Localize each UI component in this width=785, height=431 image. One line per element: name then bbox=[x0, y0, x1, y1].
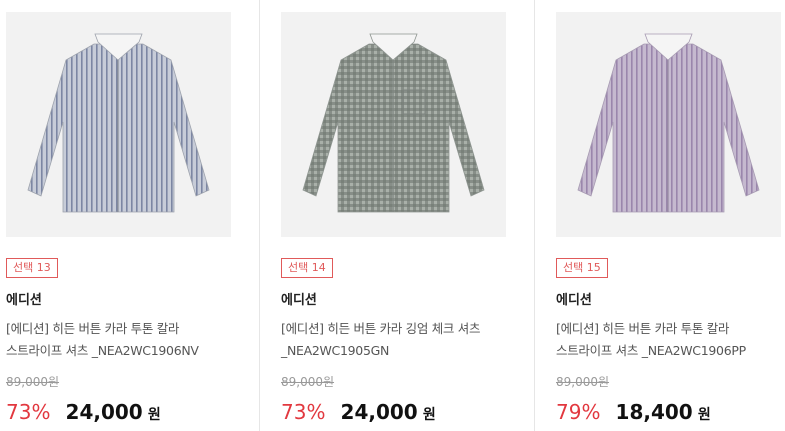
original-price: 89,000원 bbox=[556, 375, 610, 389]
discount-rate: 79% bbox=[556, 400, 601, 424]
discount-rate: 73% bbox=[6, 400, 51, 424]
product-image[interactable] bbox=[6, 12, 231, 237]
shirt-illustration bbox=[27, 33, 210, 213]
discount-rate: 73% bbox=[281, 400, 326, 424]
product-image[interactable] bbox=[281, 12, 506, 237]
product-card[interactable]: 선택 15 에디션 [에디션] 히든 버튼 카라 투톤 칼라 스트라이프 셔츠 … bbox=[556, 0, 785, 431]
product-name[interactable]: [에디션] 히든 버튼 카라 깅엄 체크 셔츠 _NEA2WC1905GN bbox=[281, 318, 503, 362]
column-divider bbox=[534, 0, 535, 431]
brand-name[interactable]: 에디션 bbox=[6, 289, 42, 308]
product-name[interactable]: [에디션] 히든 버튼 카라 투톤 칼라 스트라이프 셔츠 _NEA2WC190… bbox=[6, 318, 228, 362]
product-card[interactable]: 선택 13 에디션 [에디션] 히든 버튼 카라 투톤 칼라 스트라이프 셔츠 … bbox=[6, 0, 236, 431]
currency-unit: 원 bbox=[697, 407, 711, 423]
currency-unit: 원 bbox=[422, 407, 436, 423]
price-line: 73% 24,000 원 bbox=[281, 398, 436, 426]
option-count-badge: 선택 13 bbox=[6, 258, 58, 278]
original-price: 89,000원 bbox=[6, 375, 60, 389]
sale-price: 24,000 bbox=[340, 400, 418, 424]
sale-price: 18,400 bbox=[615, 400, 693, 424]
currency-unit: 원 bbox=[147, 407, 161, 423]
product-image[interactable] bbox=[556, 12, 781, 237]
shirt-illustration bbox=[577, 33, 760, 213]
product-card[interactable]: 선택 14 에디션 [에디션] 히든 버튼 카라 깅엄 체크 셔츠 _NEA2W… bbox=[281, 0, 511, 431]
sale-price: 24,000 bbox=[65, 400, 143, 424]
brand-name[interactable]: 에디션 bbox=[281, 289, 317, 308]
column-divider bbox=[259, 0, 260, 431]
product-name[interactable]: [에디션] 히든 버튼 카라 투톤 칼라 스트라이프 셔츠 _NEA2WC190… bbox=[556, 318, 778, 362]
original-price: 89,000원 bbox=[281, 375, 335, 389]
price-line: 73% 24,000 원 bbox=[6, 398, 161, 426]
option-count-badge: 선택 14 bbox=[281, 258, 333, 278]
brand-name[interactable]: 에디션 bbox=[556, 289, 592, 308]
shirt-illustration bbox=[302, 33, 485, 213]
option-count-badge: 선택 15 bbox=[556, 258, 608, 278]
price-line: 79% 18,400 원 bbox=[556, 398, 711, 426]
